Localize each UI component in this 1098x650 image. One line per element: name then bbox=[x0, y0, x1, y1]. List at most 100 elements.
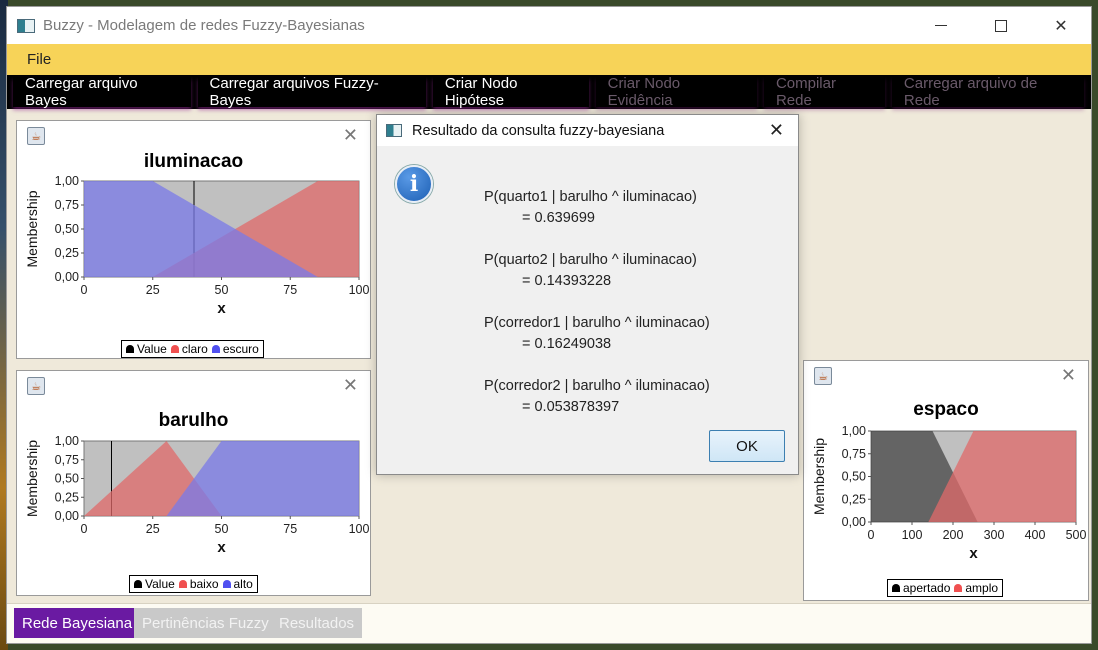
chart-barulho: 0,00 0,25 0,50 0,75 1,00 0 25 50 75 100 x Membershi… bbox=[24, 434, 370, 556]
chart-title: iluminacao bbox=[143, 151, 244, 172]
y-tick-label: 0,50 bbox=[55, 222, 79, 236]
load-network-button[interactable]: Carregar arquivo de Rede bbox=[891, 75, 1084, 109]
x-tick-label: 0 bbox=[81, 283, 88, 297]
maximize-button[interactable] bbox=[971, 7, 1031, 44]
x-tick-label: 500 bbox=[1066, 528, 1087, 542]
legend-item-apertado: apertado bbox=[892, 581, 950, 595]
frame-header[interactable]: ☕ ✕ bbox=[804, 361, 1088, 391]
x-tick-label: 75 bbox=[283, 522, 297, 536]
result-value: = 0.16249038 bbox=[522, 336, 612, 352]
tab-resultados[interactable]: Resultados bbox=[271, 608, 363, 638]
result-query: P(corredor1 | barulho ^ iluminacao) bbox=[484, 315, 710, 331]
result-item: P(quarto2 | barulho ^ iluminacao) = 0.14… bbox=[484, 250, 697, 292]
frame-close-icon[interactable]: ✕ bbox=[343, 376, 358, 394]
frame-header[interactable]: ☕ ✕ bbox=[17, 121, 370, 151]
y-tick-label: 0,00 bbox=[55, 270, 79, 284]
chart-title: barulho bbox=[158, 410, 229, 431]
chart-title: espaco bbox=[913, 399, 979, 420]
minimize-button[interactable] bbox=[911, 7, 971, 44]
frame-close-icon[interactable]: ✕ bbox=[343, 126, 358, 144]
result-query: P(quarto1 | barulho ^ iluminacao) bbox=[484, 189, 697, 205]
x-tick-label: 100 bbox=[902, 528, 923, 542]
y-tick-label: 0,00 bbox=[55, 509, 79, 523]
y-axis-label: Membership bbox=[24, 440, 40, 517]
info-icon: i bbox=[395, 165, 433, 203]
y-tick-label: 0,50 bbox=[55, 472, 79, 486]
close-button[interactable]: ✕ bbox=[1031, 7, 1091, 44]
y-tick-label: 0,75 bbox=[55, 198, 79, 212]
legend-item-claro: claro bbox=[170, 342, 208, 356]
legend-item-amplo: amplo bbox=[954, 581, 998, 595]
legend-item-value: Value bbox=[134, 577, 175, 591]
x-tick-label: 25 bbox=[146, 522, 160, 536]
x-tick-label: 50 bbox=[215, 522, 229, 536]
menu-file[interactable]: File bbox=[27, 51, 51, 68]
legend-item-alto: alto bbox=[222, 577, 253, 591]
frame-close-icon[interactable]: ✕ bbox=[1061, 366, 1076, 384]
chart-iluminacao: 0,00 0,25 0,50 0,75 1,00 0 25 50 75 100 x Membershi… bbox=[24, 174, 370, 317]
x-axis-label: x bbox=[217, 300, 226, 317]
y-tick-label: 0,25 bbox=[55, 490, 79, 504]
result-item: P(corredor2 | barulho ^ iluminacao) = 0.… bbox=[484, 376, 710, 418]
window-controls: ✕ bbox=[911, 7, 1091, 44]
y-tick-label: 0,25 bbox=[55, 246, 79, 260]
y-tick-label: 0,75 bbox=[842, 447, 866, 461]
dialog-title: Resultado da consulta fuzzy-bayesiana bbox=[412, 122, 665, 139]
y-axis-label: Membership bbox=[24, 190, 40, 267]
window-title: Buzzy - Modelagem de redes Fuzzy-Bayesia… bbox=[43, 17, 365, 34]
y-tick-label: 0,50 bbox=[842, 470, 866, 484]
legend-item-baixo: baixo bbox=[178, 577, 219, 591]
app-window: Buzzy - Modelagem de redes Fuzzy-Bayesia… bbox=[6, 6, 1092, 644]
app-icon bbox=[386, 124, 402, 137]
x-tick-label: 100 bbox=[349, 283, 370, 297]
chart-legend: apertado amplo bbox=[887, 579, 1004, 597]
frame-espaco[interactable]: ☕ ✕ espaco 0,00 0,25 0,50 0,75 1,00 0 100 200 30… bbox=[803, 360, 1089, 601]
create-hypothesis-node-button[interactable]: Criar Nodo Hipótese bbox=[432, 75, 589, 109]
y-tick-label: 1,00 bbox=[55, 174, 79, 188]
x-tick-label: 300 bbox=[984, 528, 1005, 542]
legend-item-escuro: escuro bbox=[211, 342, 259, 356]
x-axis-label: x bbox=[969, 545, 978, 562]
load-fuzzy-bayes-button[interactable]: Carregar arquivos Fuzzy-Bayes bbox=[197, 75, 426, 109]
ok-button[interactable]: OK bbox=[709, 430, 785, 462]
y-tick-label: 1,00 bbox=[842, 424, 866, 438]
result-value: = 0.053878397 bbox=[522, 399, 620, 415]
toolbar: Carregar arquivo Bayes Carregar arquivos… bbox=[7, 75, 1091, 109]
result-query: P(corredor2 | barulho ^ iluminacao) bbox=[484, 378, 710, 394]
chart-espaco: 0,00 0,25 0,50 0,75 1,00 0 100 200 300 400 500 x Mem… bbox=[811, 424, 1087, 562]
frame-iluminacao[interactable]: ☕ ✕ iluminacao 0,00 0,25 0,50 0,75 1,00 0 25 50… bbox=[16, 120, 371, 359]
dialog-header[interactable]: Resultado da consulta fuzzy-bayesiana ✕ bbox=[377, 115, 798, 146]
y-tick-label: 0,25 bbox=[842, 492, 866, 506]
x-tick-label: 100 bbox=[349, 522, 370, 536]
y-tick-label: 0,75 bbox=[55, 453, 79, 467]
x-tick-label: 25 bbox=[146, 283, 160, 297]
result-value: = 0.639699 bbox=[522, 210, 595, 226]
results-dialog[interactable]: Resultado da consulta fuzzy-bayesiana ✕ … bbox=[376, 114, 799, 475]
compile-network-button[interactable]: Compilar Rede bbox=[763, 75, 885, 109]
tab-rede-bayesiana[interactable]: Rede Bayesiana bbox=[14, 608, 141, 638]
frame-header[interactable]: ☕ ✕ bbox=[17, 371, 370, 401]
x-tick-label: 200 bbox=[943, 528, 964, 542]
x-tick-label: 0 bbox=[81, 522, 88, 536]
legend-item-value: Value bbox=[126, 342, 167, 356]
frame-barulho[interactable]: ☕ ✕ barulho 0,00 0,25 0,50 0,75 1,00 0 25 50 75 1… bbox=[16, 370, 371, 596]
y-tick-label: 1,00 bbox=[55, 434, 79, 448]
result-item: P(quarto1 | barulho ^ iluminacao) = 0.63… bbox=[484, 187, 697, 229]
create-evidence-node-button[interactable]: Criar Nodo Evidência bbox=[595, 75, 757, 109]
chart-legend: Value baixo alto bbox=[129, 575, 258, 593]
x-axis-label: x bbox=[217, 539, 226, 556]
title-bar[interactable]: Buzzy - Modelagem de redes Fuzzy-Bayesia… bbox=[7, 7, 1091, 44]
dialog-close-icon[interactable]: ✕ bbox=[769, 120, 784, 141]
x-tick-label: 75 bbox=[283, 283, 297, 297]
result-item: P(corredor1 | barulho ^ iluminacao) = 0.… bbox=[484, 313, 710, 355]
x-tick-label: 400 bbox=[1025, 528, 1046, 542]
load-bayes-button[interactable]: Carregar arquivo Bayes bbox=[13, 75, 191, 109]
result-query: P(quarto2 | barulho ^ iluminacao) bbox=[484, 252, 697, 268]
result-value: = 0.14393228 bbox=[522, 273, 612, 289]
tab-pertinencias-fuzzy[interactable]: Pertinências Fuzzy bbox=[134, 608, 277, 638]
chart-legend: Value claro escuro bbox=[121, 340, 264, 358]
x-tick-label: 50 bbox=[215, 283, 229, 297]
y-axis-label: Membership bbox=[811, 438, 827, 515]
menu-bar: File bbox=[7, 44, 1091, 75]
y-tick-label: 0,00 bbox=[842, 515, 866, 529]
